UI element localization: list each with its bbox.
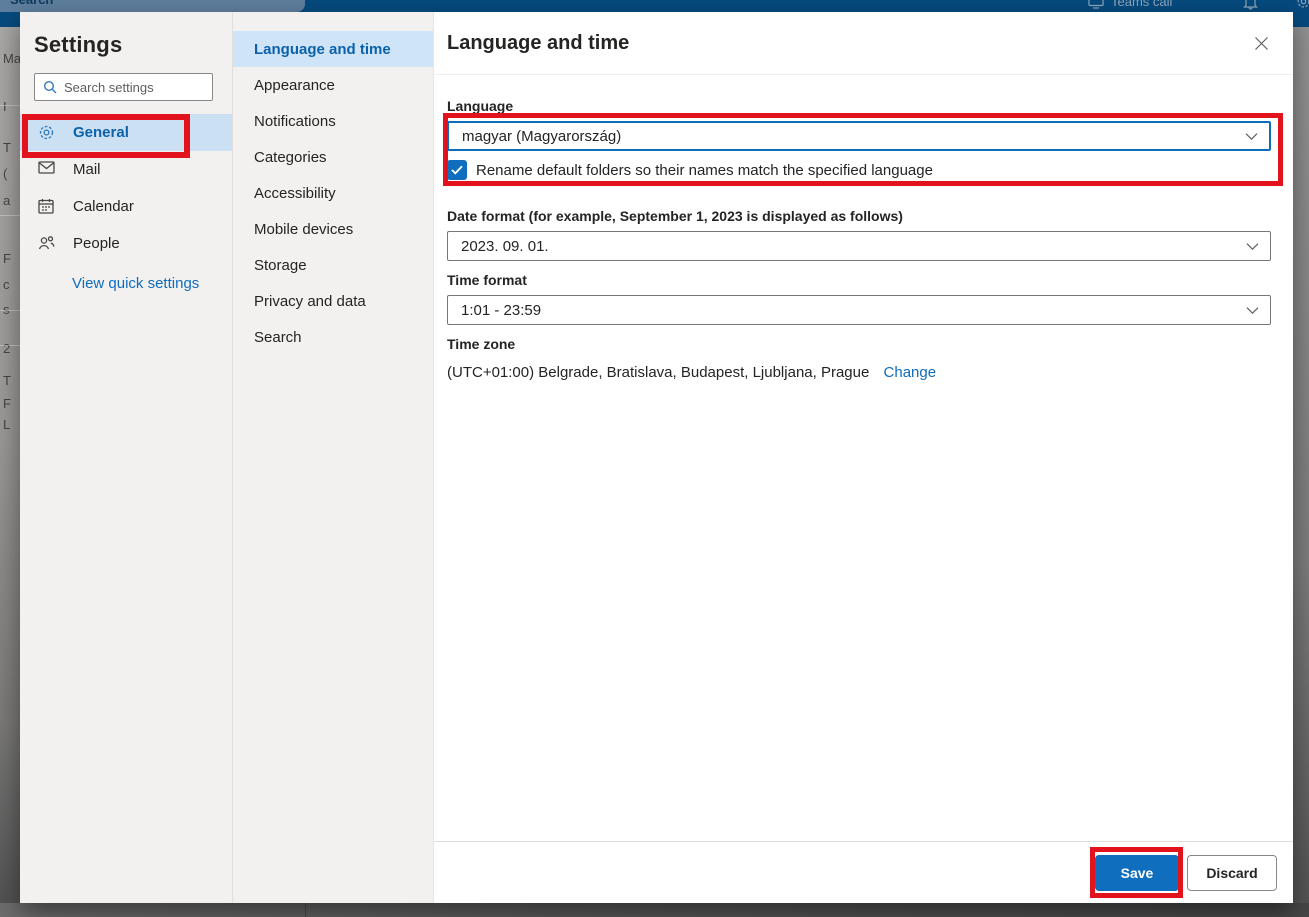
date-format-select-value: 2023. 09. 01. [461, 238, 549, 255]
settings-search-input[interactable] [64, 80, 204, 95]
background-text-fragment: 2 [3, 341, 10, 356]
time-zone-value: (UTC+01:00) Belgrade, Bratislava, Budape… [447, 364, 869, 381]
chevron-down-icon [1246, 243, 1259, 251]
bell-icon [1243, 0, 1258, 10]
chevron-down-icon [1246, 307, 1259, 315]
screen-share-icon [1088, 0, 1104, 9]
checkbox-checked-icon[interactable] [447, 160, 467, 180]
background-text-fragment: F [3, 251, 11, 266]
rename-folders-checkbox-label: Rename default folders so their names ma… [476, 162, 933, 179]
date-format-select[interactable]: 2023. 09. 01. [447, 231, 1271, 261]
nav-item-privacy-and-data[interactable]: Privacy and data [233, 283, 433, 319]
settings-dialog: Settings General [20, 12, 1293, 903]
save-button[interactable]: Save [1095, 855, 1179, 891]
language-label: Language [447, 98, 1273, 114]
chevron-down-icon [1245, 133, 1258, 141]
background-text-fragment: c [3, 277, 10, 292]
background-text-fragment: I [3, 99, 7, 114]
people-icon [38, 235, 55, 252]
nav-item-accessibility[interactable]: Accessibility [233, 175, 433, 211]
background-text-fragment: T [3, 373, 11, 388]
background-text-fragment: F [3, 396, 11, 411]
dimmed-background-right [1293, 27, 1309, 917]
sidebar-item-label: People [73, 235, 120, 252]
discard-button[interactable]: Discard [1187, 855, 1277, 891]
settings-section-list: General Mail Calendar [20, 114, 232, 262]
close-button[interactable] [1252, 34, 1270, 52]
sidebar-item-label: General [73, 124, 129, 141]
close-icon [1254, 36, 1269, 51]
nav-item-language-and-time[interactable]: Language and time [233, 31, 433, 67]
dimmed-background-left: Ma I T ( a F c s 2 T F L [0, 27, 20, 917]
background-text-fragment: Ma [3, 51, 21, 66]
settings-search-box[interactable] [34, 73, 213, 101]
nav-item-categories[interactable]: Categories [233, 139, 433, 175]
sidebar-item-calendar[interactable]: Calendar [20, 188, 232, 225]
background-text-fragment: T [3, 140, 11, 155]
settings-gear-button[interactable] [1296, 0, 1309, 9]
gear-icon [1296, 0, 1309, 9]
background-text-fragment: ( [3, 166, 7, 181]
sidebar-item-people[interactable]: People [20, 225, 232, 262]
sidebar-item-label: Calendar [73, 198, 134, 215]
sidebar-item-mail[interactable]: Mail [20, 151, 232, 188]
nav-item-notifications[interactable]: Notifications [233, 103, 433, 139]
time-format-select-value: 1:01 - 23:59 [461, 302, 541, 319]
settings-sidebar: Settings General [20, 12, 232, 903]
calendar-icon [38, 198, 55, 215]
background-text-fragment: L [3, 417, 10, 432]
mail-icon [38, 161, 55, 178]
nav-item-appearance[interactable]: Appearance [233, 67, 433, 103]
teams-call-button[interactable]: Teams call [1088, 0, 1172, 9]
time-zone-row: (UTC+01:00) Belgrade, Bratislava, Budape… [447, 364, 1273, 381]
divider [0, 105, 20, 106]
divider [305, 903, 306, 917]
category-nav: Language and time Appearance Notificatio… [232, 12, 433, 903]
time-format-label: Time format [447, 272, 1273, 288]
language-select[interactable]: magyar (Magyarország) [447, 121, 1271, 151]
panel-content: Language magyar (Magyarország) Rename de… [434, 98, 1293, 381]
panel-title: Language and time [447, 32, 629, 55]
time-zone-change-link[interactable]: Change [884, 364, 937, 381]
sidebar-item-label: Mail [73, 161, 101, 178]
gear-icon [38, 124, 55, 141]
divider [0, 215, 20, 216]
teams-call-label: Teams call [1111, 0, 1172, 9]
nav-item-mobile-devices[interactable]: Mobile devices [233, 211, 433, 247]
language-and-time-panel: Language and time Language magyar (Magya… [433, 12, 1293, 903]
search-icon [43, 80, 57, 94]
time-format-select[interactable]: 1:01 - 23:59 [447, 295, 1271, 325]
panel-footer: Save Discard [434, 841, 1293, 903]
notifications-bell-button[interactable] [1243, 0, 1258, 10]
date-format-label: Date format (for example, September 1, 2… [447, 208, 1273, 224]
divider [0, 345, 20, 346]
panel-header: Language and time [434, 12, 1293, 75]
settings-title: Settings [34, 32, 232, 58]
nav-item-storage[interactable]: Storage [233, 247, 433, 283]
view-quick-settings-link[interactable]: View quick settings [72, 275, 199, 292]
time-zone-label: Time zone [447, 336, 1273, 352]
language-select-value: magyar (Magyarország) [462, 128, 621, 145]
nav-item-search[interactable]: Search [233, 319, 433, 355]
sidebar-item-general[interactable]: General [20, 114, 232, 151]
background-text-fragment: a [3, 193, 10, 208]
divider [0, 310, 20, 311]
rename-folders-checkbox-row[interactable]: Rename default folders so their names ma… [447, 160, 1271, 180]
dimmed-background-bottom [0, 903, 1309, 917]
